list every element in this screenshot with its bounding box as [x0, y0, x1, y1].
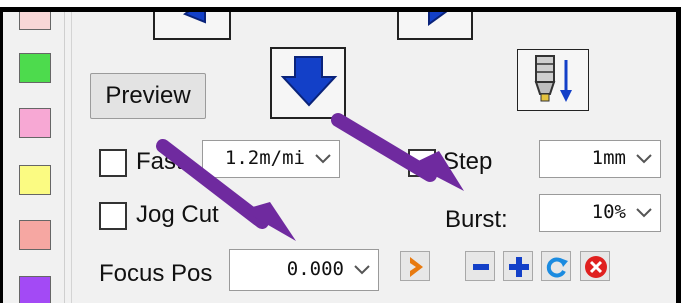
jog-cut-label: Jog Cut — [136, 201, 219, 228]
burst-value: 10% — [591, 201, 626, 223]
fast-speed-dropdown[interactable] — [307, 141, 339, 177]
fast-speed-select[interactable]: 1.2m/mi — [202, 140, 340, 178]
swatch-layer-1[interactable] — [19, 12, 51, 30]
start-button[interactable] — [400, 251, 430, 281]
laser-control-panel: Preview Fast 1.2m/mi Step 1mm Jog Cut Bu… — [3, 12, 681, 303]
step-value: 1mm — [591, 147, 626, 169]
chevron-down-icon — [354, 265, 370, 275]
blue-minus-icon — [473, 264, 489, 270]
fast-speed-value: 1.2m/mi — [224, 147, 305, 169]
swatch-layer-2[interactable] — [19, 53, 51, 83]
fast-label: Fast — [136, 148, 183, 175]
nav-left-button[interactable] — [153, 12, 231, 40]
blue-down-arrow-icon — [280, 56, 338, 107]
column-divider — [71, 12, 72, 303]
focus-pos-dropdown[interactable] — [346, 250, 378, 290]
fast-checkbox[interactable] — [99, 149, 127, 177]
laser-head-button[interactable] — [517, 49, 589, 111]
chevron-down-icon — [315, 154, 331, 164]
focus-pos-label: Focus Pos — [99, 260, 213, 287]
orange-chevron-icon — [410, 257, 423, 277]
step-dropdown[interactable] — [628, 141, 660, 177]
step-label: Step — [443, 148, 493, 175]
step-select[interactable]: 1mm — [539, 140, 661, 178]
swatch-layer-5[interactable] — [19, 220, 51, 250]
blue-refresh-icon — [546, 257, 568, 278]
focus-pos-input[interactable]: 0.000 — [229, 249, 379, 291]
blue-left-arrow-icon — [182, 12, 206, 24]
screen-border-left — [0, 7, 3, 303]
swatch-layer-4[interactable] — [19, 165, 51, 195]
swatch-layer-6[interactable] — [19, 276, 51, 303]
preview-button[interactable]: Preview — [90, 73, 206, 119]
panel-background: Preview Fast 1.2m/mi Step 1mm Jog Cut Bu… — [3, 12, 681, 303]
screen-border-top — [0, 7, 681, 12]
jog-cut-checkbox[interactable] — [99, 202, 127, 230]
move-down-button[interactable] — [270, 47, 346, 119]
chevron-down-icon — [636, 208, 652, 218]
blue-plus-icon — [509, 257, 529, 277]
laser-head-down-icon — [534, 55, 572, 102]
nav-right-button[interactable] — [397, 12, 473, 40]
burst-label: Burst: — [445, 206, 508, 233]
swatch-layer-3[interactable] — [19, 108, 51, 138]
screen-border-right — [676, 7, 681, 303]
decrease-button[interactable] — [465, 251, 495, 281]
refresh-button[interactable] — [541, 251, 571, 281]
blue-right-arrow-icon — [428, 12, 448, 26]
burst-select[interactable]: 10% — [539, 194, 661, 232]
red-x-icon — [585, 256, 607, 278]
cancel-button[interactable] — [580, 251, 610, 281]
focus-pos-value: 0.000 — [286, 258, 344, 280]
burst-dropdown[interactable] — [628, 195, 660, 231]
step-checkbox[interactable] — [408, 149, 436, 177]
increase-button[interactable] — [503, 251, 533, 281]
chevron-down-icon — [636, 154, 652, 164]
